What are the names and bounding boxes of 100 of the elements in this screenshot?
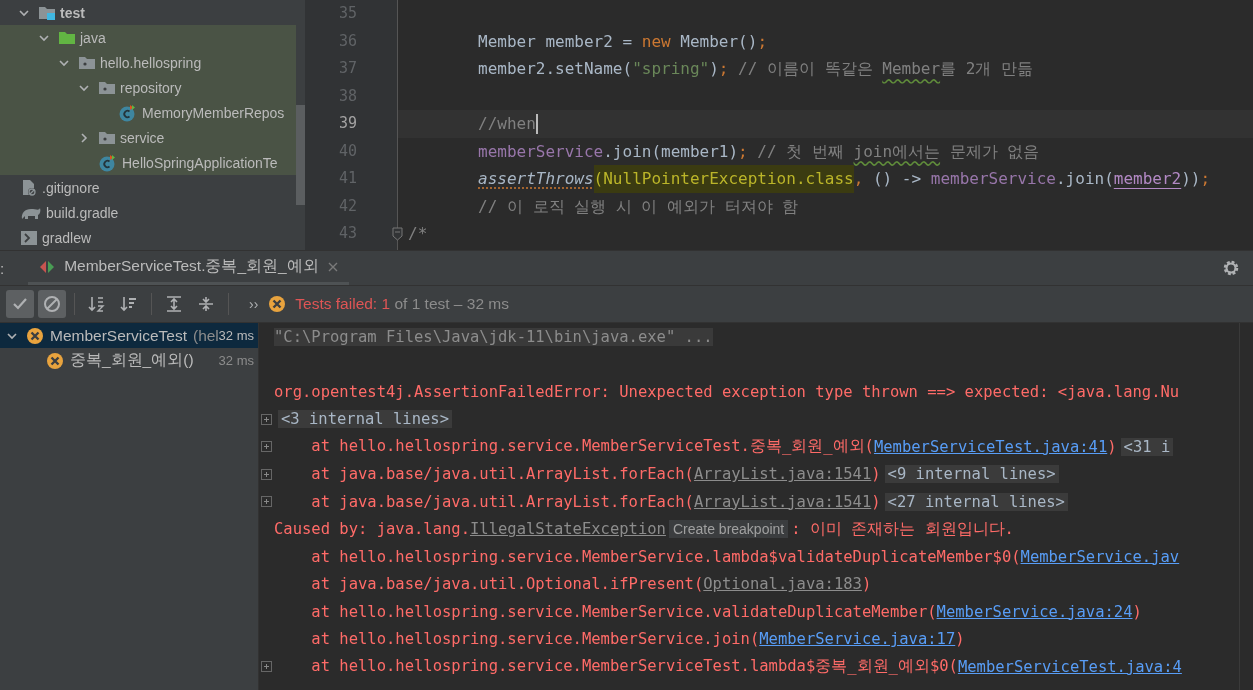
folder-icon (38, 4, 56, 21)
console-text: ) (1107, 437, 1117, 456)
file-icon (20, 178, 38, 197)
tree-item[interactable]: service (120, 129, 165, 146)
tree-item[interactable]: .gitignore (42, 179, 100, 196)
code-text: 문제가 없음 (948, 140, 1040, 163)
source-link[interactable]: MemberService.java:17 (759, 630, 956, 649)
expand-icon[interactable] (261, 496, 272, 508)
code-text: // 이름이 똑같은 (737, 58, 874, 80)
chevron-right-icon[interactable] (78, 131, 90, 144)
folder-icon (58, 29, 76, 46)
code-text: ; (718, 58, 729, 80)
code-text: // 첫 번째 (756, 140, 845, 163)
collapse-all-icon (196, 294, 216, 314)
code-text: Member() (679, 30, 758, 53)
console-text: ) (1132, 602, 1142, 621)
code-text: ; (738, 140, 748, 163)
close-icon[interactable] (326, 260, 339, 273)
source-link[interactable]: Optional.java:183 (703, 575, 862, 594)
code-text: ; (1200, 168, 1211, 190)
test-item[interactable]: 중복_회원_예외() (70, 350, 194, 371)
sort-alphabetical-icon (87, 294, 107, 314)
line-number: 39 (338, 113, 357, 134)
tree-item[interactable]: repository (120, 79, 182, 96)
code-text: join에서는 (853, 140, 941, 163)
console-text: "C:\Program Files\Java\jdk-11\bin\java.exe" ... (274, 327, 713, 346)
breakpoint-hint[interactable]: Create breakpoint (668, 520, 789, 539)
package-folder-icon (78, 54, 96, 71)
terminal-icon (20, 229, 38, 246)
tree-item[interactable]: gradlew (42, 229, 92, 246)
code-text: ) (709, 58, 719, 80)
settings-icon[interactable] (1222, 259, 1240, 277)
source-link[interactable]: MemberServiceTest.java:41 (873, 437, 1108, 456)
console-text: at java.base/java.util.ArrayList.forEach( (310, 492, 694, 511)
expand-icon[interactable] (261, 413, 272, 425)
console-text: at hello.hellospring.service.MemberService.join( (310, 630, 760, 649)
console-text: at java.base/java.util.Optional.ifPresent( (310, 575, 704, 594)
code-text: .join( (1056, 168, 1114, 190)
code-text: () -> (872, 168, 923, 190)
expand-icon[interactable] (261, 468, 272, 480)
expand-icon[interactable] (261, 661, 272, 673)
console-text: at hello.hellospring.service.MemberService.validateDuplicateMember( (310, 602, 937, 621)
console-text: org.opentest4j.AssertionFailedError: Unexpected exception type thrown ==> expected: <java.lang.Nu (274, 382, 1180, 401)
console-text: at hello.hellospring.service.MemberServiceTest.lambda$중복_회원_예외$0( (310, 656, 958, 678)
code-text: // 이 로직 실행 시 이 예외가 터져야 함 (478, 195, 799, 218)
code-text: //when (478, 113, 536, 135)
test-status: Tests failed: 1 of 1 test – 32 ms (295, 295, 509, 313)
code-text: .join(member1) (603, 140, 739, 163)
code-text: memberService (478, 140, 604, 163)
tree-item[interactable]: test (60, 4, 85, 21)
test-duration: 32 ms (218, 353, 254, 368)
code-text: )) (1181, 168, 1201, 190)
tree-item[interactable]: java (80, 29, 106, 46)
console-text: ) (955, 630, 965, 649)
console-text: : 이미 존재하는 회원입니다. (791, 518, 1014, 540)
code-text: assertThrows (478, 168, 594, 190)
code-text: 를 2개 만듦 (940, 58, 1033, 80)
console-text: Caused by: java.lang. (274, 520, 470, 539)
code-text: member2 (1113, 168, 1182, 190)
tree-item[interactable]: build.gradle (46, 204, 119, 221)
source-link[interactable]: ArrayList.java:1541 (693, 492, 872, 511)
code-text: Member member2 = (478, 30, 634, 53)
source-link[interactable]: MemberService.jav (1020, 547, 1180, 566)
code-text: , (853, 168, 865, 190)
check-button[interactable] (6, 290, 34, 318)
source-link[interactable]: IllegalStateException (469, 520, 666, 539)
expand-icon[interactable] (261, 441, 272, 453)
console-text: ) (861, 575, 872, 594)
text-cursor (535, 113, 538, 134)
console-text: ) (871, 492, 881, 511)
source-link[interactable]: ArrayList.java:1541 (693, 465, 872, 484)
source-link[interactable]: MemberServiceTest.java:4 (957, 657, 1182, 676)
folded-lines[interactable]: <3 internal lines> (278, 410, 452, 429)
test-item[interactable]: MemberServiceTest (50, 326, 187, 345)
package-folder-icon (98, 79, 116, 96)
code-text: ; (757, 30, 767, 53)
folded-lines[interactable]: <27 internal lines> (884, 492, 1068, 511)
code-text: Member (882, 58, 941, 80)
error-icon (26, 326, 44, 345)
package-folder-icon (98, 129, 116, 146)
expand-all-icon (164, 294, 184, 314)
error-icon (46, 351, 64, 370)
console-text: at hello.hellospring.service.MemberServiceTest.중복_회원_예외( (310, 436, 874, 458)
panel-label: : (0, 259, 5, 277)
code-text: "spring" (632, 58, 710, 80)
scrollbar-thumb[interactable] (296, 105, 305, 205)
folded-lines[interactable]: <9 internal lines> (884, 465, 1059, 484)
code-text: member2.setName( (478, 58, 633, 80)
more-button[interactable]: ›› (249, 296, 259, 312)
console-text: at java.base/java.util.ArrayList.forEach( (310, 465, 694, 484)
test-duration: 32 ms (218, 328, 254, 343)
package-hint: (hel (192, 326, 219, 345)
folded-lines[interactable]: <31 i (1120, 437, 1174, 456)
failed-icon (268, 295, 287, 313)
run-config-icon (38, 259, 57, 274)
code-text: memberService (930, 168, 1056, 190)
prohibited-button[interactable] (38, 290, 66, 318)
console-text: ) (871, 465, 881, 484)
source-link[interactable]: MemberService.java:24 (936, 602, 1133, 621)
fold-marker-icon[interactable] (392, 227, 403, 241)
